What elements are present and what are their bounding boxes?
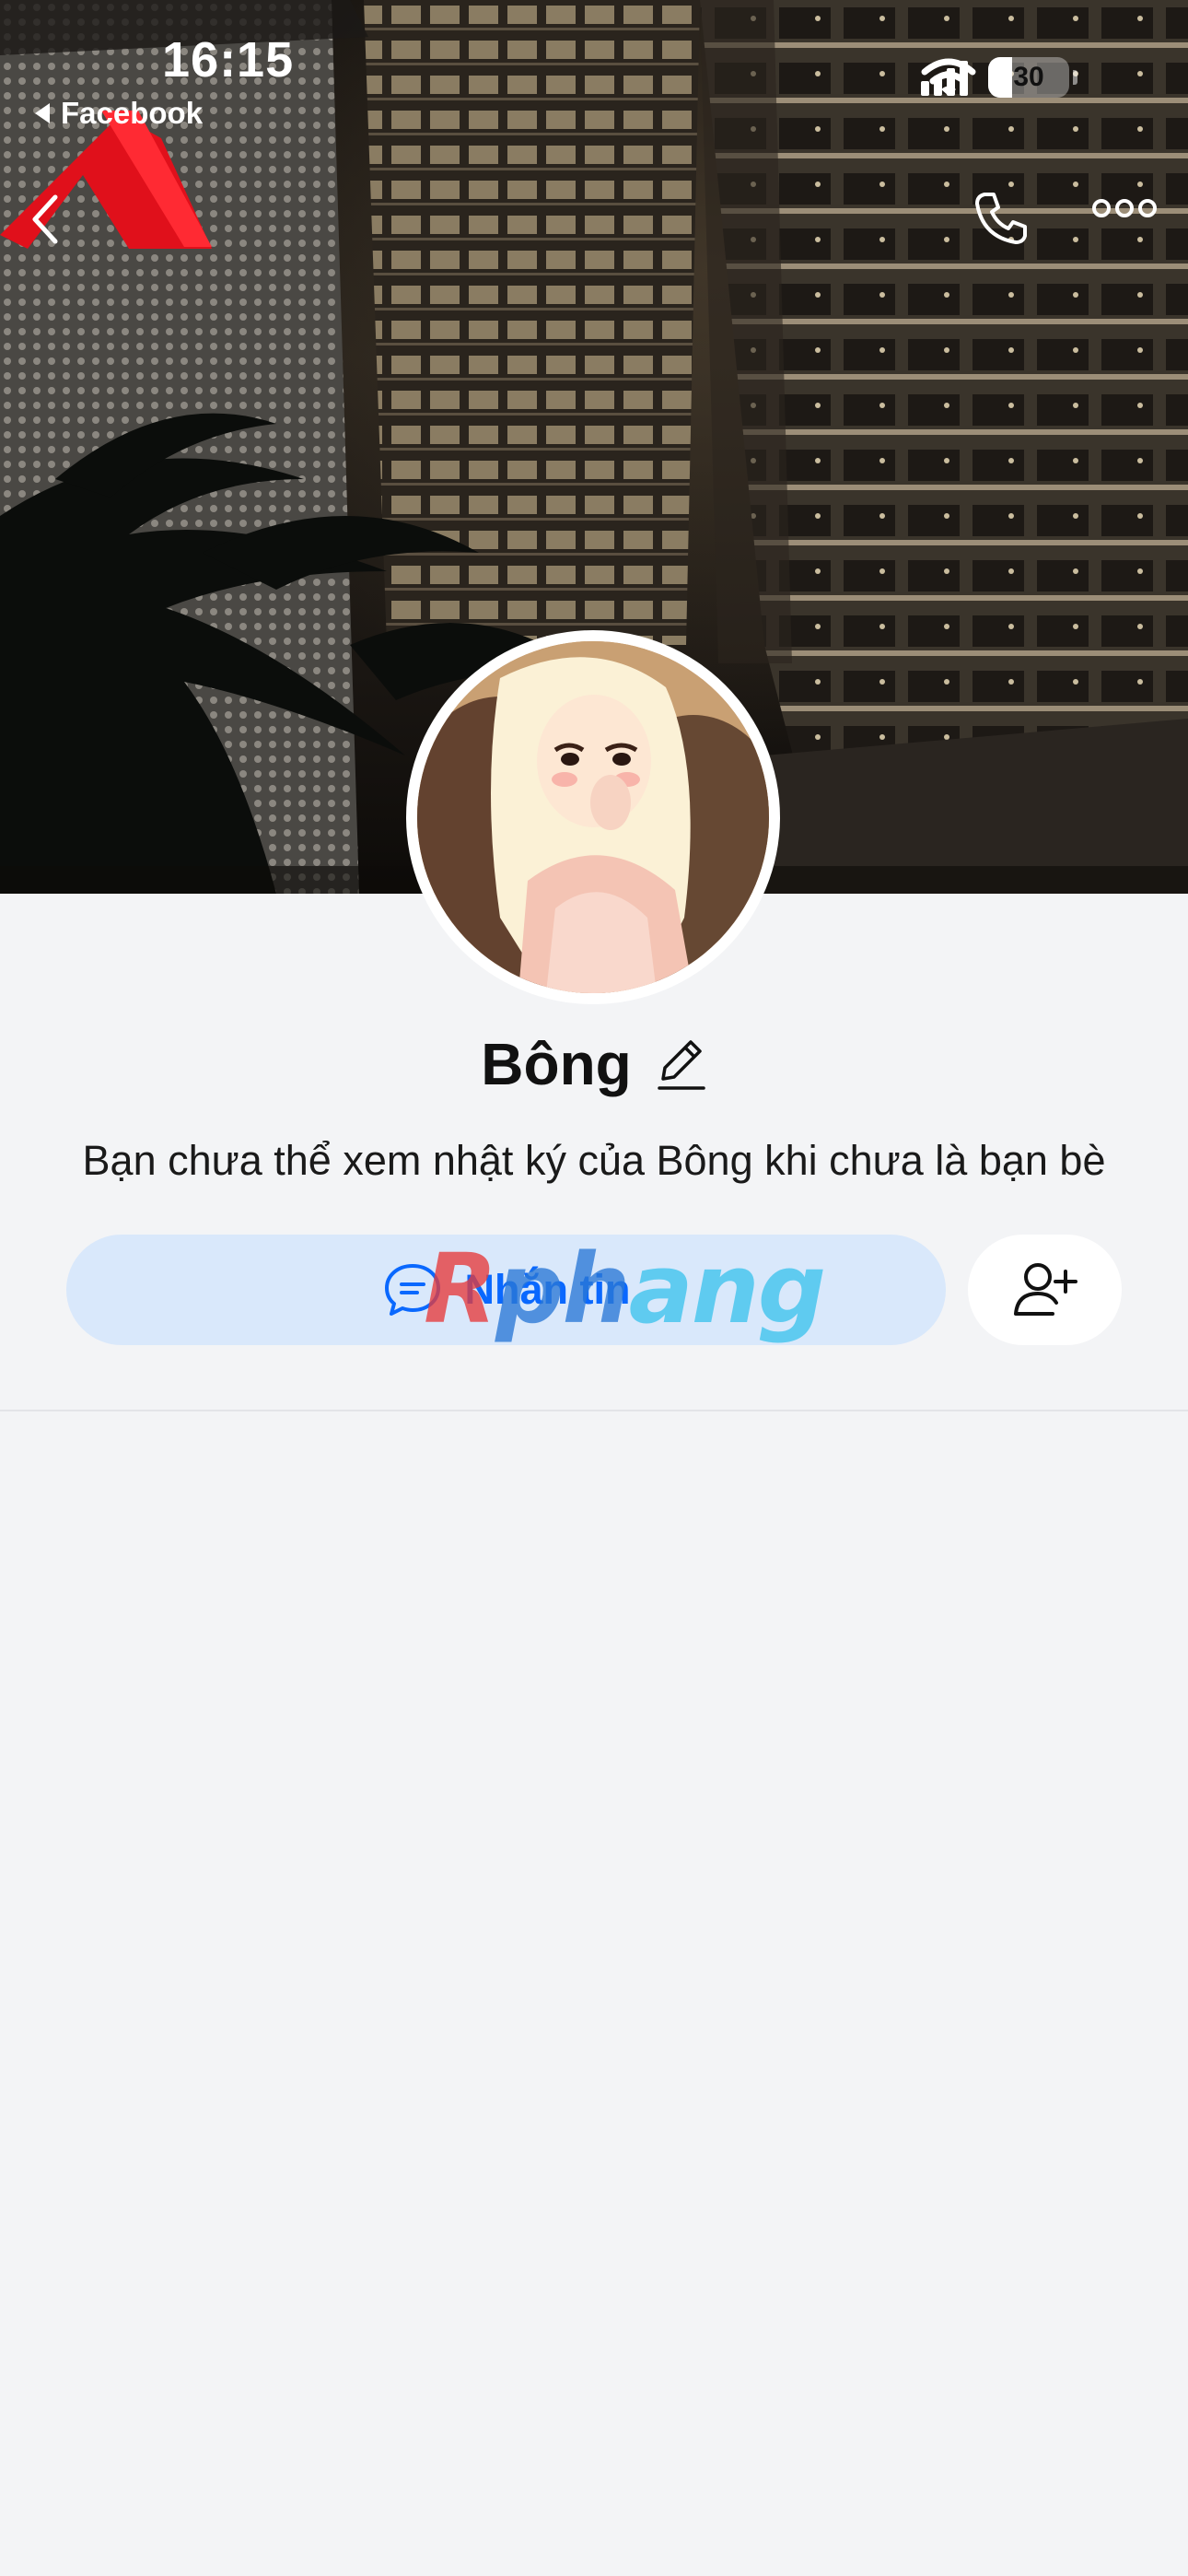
profile-name-row: Bông [0, 1030, 1188, 1098]
back-triangle-icon [35, 103, 50, 123]
message-button[interactable]: Nhắn tin [66, 1235, 946, 1345]
avatar[interactable] [406, 630, 780, 1004]
back-app-label: Facebook [61, 96, 204, 130]
avatar-illustration [417, 641, 769, 993]
call-button[interactable] [972, 189, 1045, 263]
avatar-image [417, 641, 769, 993]
pencil-icon[interactable] [656, 1036, 707, 1092]
status-indicators: 30 [921, 57, 1077, 98]
battery-indicator: 30 [988, 57, 1069, 98]
status-time: 16:15 [162, 32, 295, 88]
section-divider [0, 1410, 1188, 1411]
privacy-notice: Bạn chưa thể xem nhật ký của Bông khi ch… [82, 1137, 1106, 1184]
add-user-icon [1013, 1263, 1077, 1316]
back-to-app-link[interactable]: Facebook [35, 96, 203, 131]
chevron-left-icon [32, 194, 58, 244]
profile-name: Bông [481, 1031, 632, 1097]
battery-fill [988, 57, 1013, 98]
phone-icon [975, 193, 1027, 244]
chat-bubble-icon [384, 1264, 440, 1316]
more-horizontal-icon [1092, 199, 1157, 217]
battery-percent: 30 [1013, 62, 1044, 92]
back-button[interactable] [28, 193, 92, 258]
more-button[interactable] [1091, 198, 1165, 253]
message-label: Nhắn tin [464, 1266, 631, 1313]
wifi-icon [921, 58, 976, 96]
add-friend-button[interactable] [968, 1235, 1122, 1345]
battery-nub [1073, 70, 1077, 85]
profile-page: 16:15 Facebook 30 Bông Bạn chưa thể xem … [0, 0, 1188, 2576]
